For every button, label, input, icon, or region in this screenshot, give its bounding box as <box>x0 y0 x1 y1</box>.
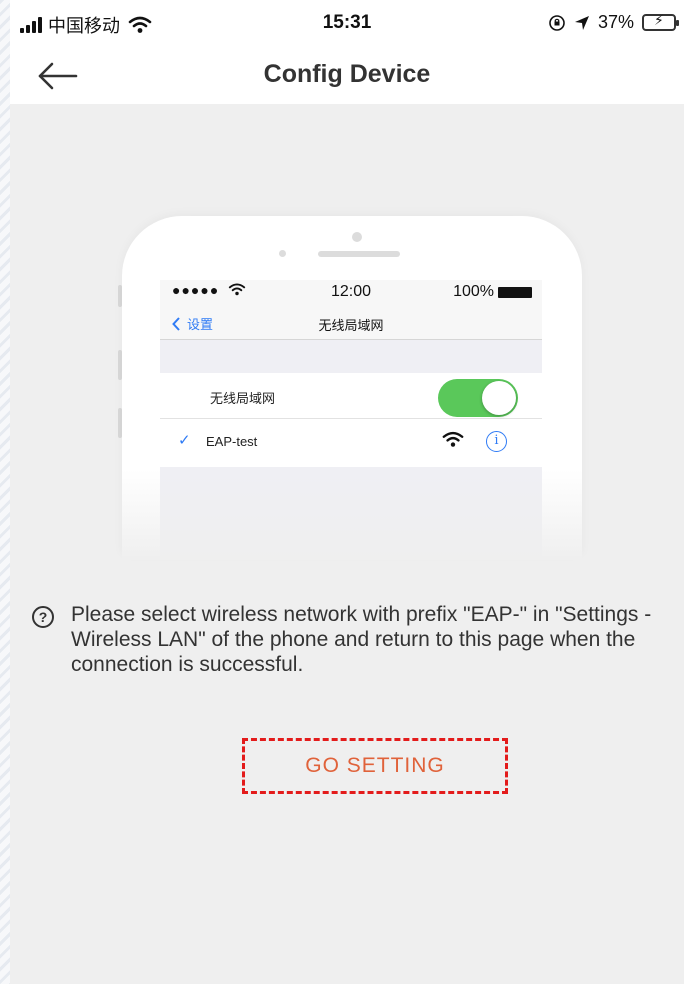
illustration-network-wifi-icon <box>442 431 464 447</box>
orientation-lock-icon <box>549 14 565 31</box>
phone-sensor <box>279 250 286 257</box>
illustration-network-name: EAP-test <box>206 434 258 449</box>
question-circle-icon: ? <box>32 606 54 628</box>
charging-bolt-icon: ⚡ <box>654 12 664 28</box>
phone-camera <box>352 232 362 242</box>
illustration-battery-icon <box>498 286 532 298</box>
illustration-nav-bar: 设置 无线局域网 <box>160 304 542 340</box>
phone-fade-overlay <box>122 470 582 560</box>
app-screen: 中国移动 15:31 37% ⚡ Config Device ●●●●● 12:… <box>10 0 684 984</box>
instruction-text: Please select wireless network with pref… <box>71 603 652 676</box>
illustration-title: 无线局域网 <box>318 318 384 333</box>
info-icon: i <box>486 431 507 452</box>
toggle-knob <box>482 381 516 415</box>
go-setting-button[interactable]: GO SETTING <box>242 738 508 794</box>
illustration-wlan-label: 无线局域网 <box>210 391 276 406</box>
battery-percent: 37% <box>597 12 634 32</box>
illustration-status-bar: ●●●●● 12:00 100% <box>160 280 542 304</box>
illustration-network-row: ✓ EAP-test i <box>160 419 542 467</box>
illustration-wlan-card: 无线局域网 ✓ EAP-test i <box>160 373 542 467</box>
illustration-battery-percent: 100% <box>453 283 494 300</box>
status-right: 37% ⚡ <box>548 12 679 33</box>
illustration-wlan-toggle <box>438 379 518 417</box>
location-arrow-icon <box>574 15 589 30</box>
illustration-wlan-row: 无线局域网 <box>160 373 542 419</box>
battery-icon: ⚡ <box>642 12 679 31</box>
page-title: Config Device <box>263 60 431 88</box>
nav-bar: Config Device <box>10 48 684 104</box>
status-bar: 中国移动 15:31 37% ⚡ <box>10 0 684 48</box>
illustration-battery: 100% <box>453 283 532 301</box>
checkmark-icon: ✓ <box>178 432 191 449</box>
left-edge-pattern <box>0 0 10 984</box>
phone-speaker <box>318 251 400 257</box>
